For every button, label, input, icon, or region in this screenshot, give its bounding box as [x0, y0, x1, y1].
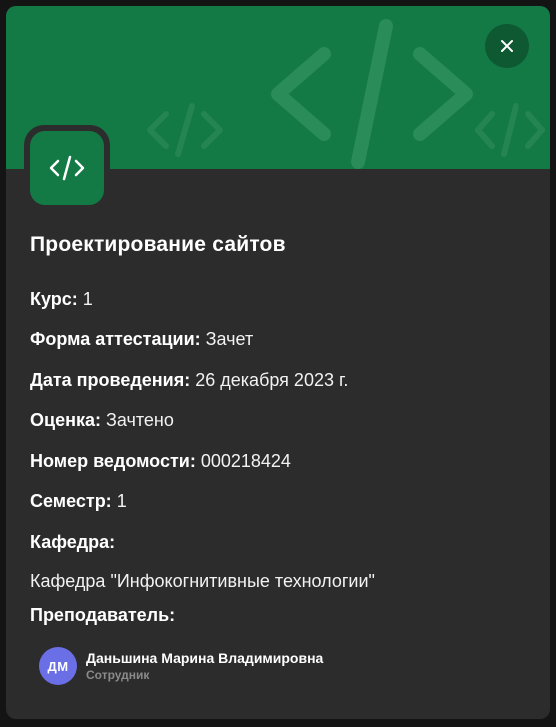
avatar: ДМ	[39, 647, 77, 685]
field-data-provedeniya: Дата проведения: 26 декабря 2023 г.	[30, 370, 348, 391]
field-label: Кафедра:	[30, 532, 116, 552]
field-value: 1	[82, 289, 93, 309]
field-label: Форма аттестации:	[30, 329, 201, 349]
code-icon	[49, 155, 85, 181]
teacher-name: Даньшина Марина Владимировна	[86, 650, 324, 666]
field-kafedra: Кафедра:	[30, 532, 115, 553]
field-label: Курс:	[30, 289, 78, 309]
close-icon	[501, 40, 513, 52]
field-semestr: Семестр: 1	[30, 491, 127, 512]
field-nomer-vedomosti: Номер ведомости: 000218424	[30, 451, 291, 472]
close-button[interactable]	[485, 24, 529, 68]
field-value: 26 декабря 2023 г.	[195, 370, 349, 390]
course-title: Проектирование сайтов	[30, 233, 286, 256]
field-prepodavatel: Преподаватель:	[30, 605, 175, 626]
field-kurs: Курс: 1	[30, 289, 93, 310]
field-value: Зачтено	[105, 410, 174, 430]
field-label: Семестр:	[30, 491, 112, 511]
field-value: 1	[116, 491, 127, 511]
field-label: Дата проведения:	[30, 370, 191, 390]
kafedra-value: Кафедра "Инфокогнитивные технологии"	[30, 571, 375, 591]
teacher-role: Сотрудник	[86, 668, 150, 682]
field-label: Оценка:	[30, 410, 101, 430]
course-details-modal: Проектирование сайтов Курс: 1 Форма атте…	[6, 6, 550, 719]
field-label: Номер ведомости:	[30, 451, 196, 471]
field-ocenka: Оценка: Зачтено	[30, 410, 174, 431]
field-value: 000218424	[200, 451, 291, 471]
field-label: Преподаватель:	[30, 605, 176, 625]
course-icon-badge	[24, 125, 110, 211]
field-value: Зачет	[205, 329, 254, 349]
teacher-card[interactable]: ДМ Даньшина Марина Владимировна Сотрудни…	[39, 647, 323, 685]
field-forma-attestacii: Форма аттестации: Зачет	[30, 329, 253, 350]
